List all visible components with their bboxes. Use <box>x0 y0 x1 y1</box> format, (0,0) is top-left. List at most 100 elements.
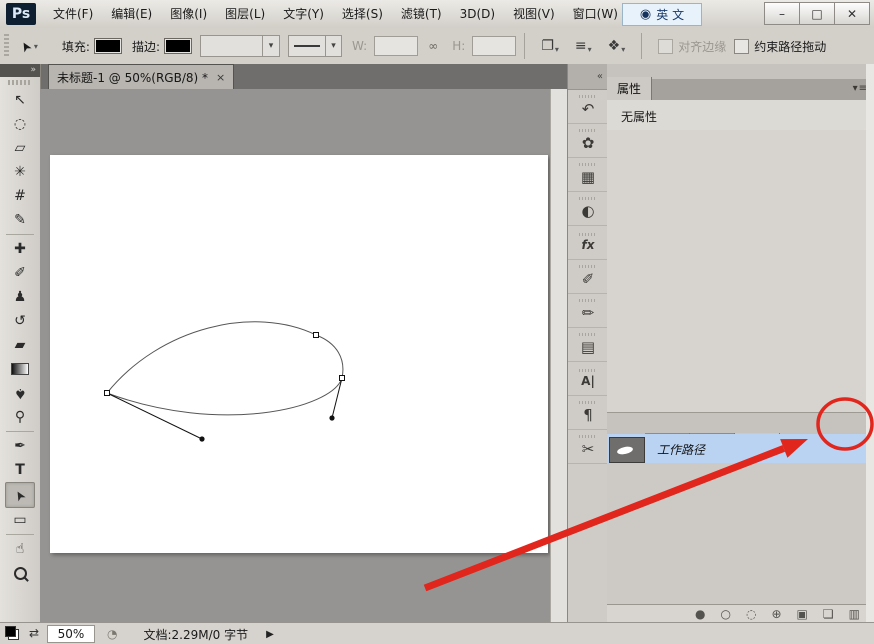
tool-crop[interactable]: # <box>6 184 34 208</box>
close-button[interactable]: ✕ <box>834 2 870 25</box>
canvas[interactable] <box>50 155 548 553</box>
tool-blur[interactable]: ♠ <box>6 381 34 405</box>
tool-lasso[interactable]: ▱ <box>6 136 34 160</box>
crop-tool-icon: # <box>14 188 26 204</box>
status-expand-icon[interactable]: ▶ <box>266 629 274 640</box>
width-input[interactable] <box>374 36 418 56</box>
adjustments-panel-button[interactable]: ◐ <box>568 192 608 226</box>
tool-quick-selection[interactable]: ✳ <box>6 160 34 184</box>
chevron-down-icon[interactable]: ▾ <box>262 36 279 56</box>
work-path-row[interactable]: 工作路径 <box>607 434 874 466</box>
document-tab-title: 未标题-1 @ 50%(RGB/8) * <box>57 69 208 86</box>
history-panel-button[interactable]: ↶ <box>568 90 608 124</box>
menu-view[interactable]: 视图(V) <box>504 1 564 28</box>
chevron-down-icon[interactable]: ▾ <box>325 36 341 56</box>
menu-select[interactable]: 选择(S) <box>333 1 392 28</box>
tool-pen[interactable]: ✒ <box>6 434 34 458</box>
options-grip[interactable] <box>4 34 9 58</box>
lasso-tool-icon: ▱ <box>15 140 26 156</box>
tool-eraser[interactable]: ▰ <box>6 333 34 357</box>
path-alignment-button[interactable]: ≡ ▾ <box>570 36 597 56</box>
stroke-path-icon[interactable]: ○ <box>721 607 731 621</box>
menu-file[interactable]: 文件(F) <box>44 1 102 28</box>
move-tool-icon: ↖ <box>14 92 26 108</box>
link-dimensions-icon[interactable]: ∞ <box>428 39 438 53</box>
zoom-level-field[interactable]: 50% <box>47 625 95 643</box>
tool-hand[interactable]: ☝ <box>6 537 34 561</box>
minimize-button[interactable]: – <box>764 2 800 25</box>
load-path-as-selection-icon[interactable]: ◌ <box>746 607 756 621</box>
foreground-background-swatches[interactable] <box>5 626 19 640</box>
align-edges-checkbox[interactable] <box>658 39 673 54</box>
tool-dodge[interactable]: ⚲ <box>6 405 34 429</box>
document-tab-strip: 未标题-1 @ 50%(RGB/8) * × <box>40 64 567 89</box>
toolbar-collapse-button[interactable]: » <box>0 64 40 77</box>
clone-source-panel-button[interactable]: ▤ <box>568 328 608 362</box>
align-edges-label: 对齐边缘 <box>678 38 726 55</box>
fill-path-icon[interactable]: ● <box>695 607 705 621</box>
tool-history-brush[interactable]: ↺ <box>6 309 34 333</box>
document-tab[interactable]: 未标题-1 @ 50%(RGB/8) * × <box>48 64 234 89</box>
options-bar: ➤ ▾ 填充: 描边: ▾ ▾ W: ∞ H: ❐ ▾ ≡ ▾ ❖ ▾ <box>0 28 874 65</box>
tool-presets-icon: ✂ <box>582 440 595 458</box>
add-mask-icon[interactable]: ▣ <box>797 607 808 621</box>
dock-collapse-button[interactable]: « <box>568 64 608 90</box>
vertical-scrollbar[interactable] <box>550 89 567 622</box>
tool-presets-panel-button[interactable]: ✂ <box>568 430 608 464</box>
constrain-path-checkbox[interactable] <box>734 39 749 54</box>
maximize-button[interactable]: □ <box>799 2 835 25</box>
height-input[interactable] <box>472 36 516 56</box>
stroke-style-dropdown[interactable]: ▾ <box>288 35 342 57</box>
menu-layer[interactable]: 图层(L) <box>216 1 274 28</box>
stroke-width-dropdown[interactable]: ▾ <box>200 35 280 57</box>
tool-rectangle[interactable]: ▭ <box>6 508 34 532</box>
path-selection-tool-icon: ➤ <box>11 487 29 504</box>
menu-filter[interactable]: 滤镜(T) <box>392 1 451 28</box>
ime-indicator[interactable]: ◉ 英 文 <box>622 3 702 26</box>
styles-panel-button[interactable]: fx <box>568 226 608 260</box>
close-tab-icon[interactable]: × <box>216 71 225 84</box>
stroke-swatch[interactable] <box>164 38 192 54</box>
menu-type[interactable]: 文字(Y) <box>274 1 333 28</box>
brush-panel-button[interactable]: ✐ <box>568 260 608 294</box>
trash-icon[interactable]: ▥ <box>849 607 860 621</box>
path-arrange-button[interactable]: ❖ ▾ <box>603 36 631 56</box>
swatches-panel-button[interactable]: ▦ <box>568 158 608 192</box>
document-size-info: 文档:2.29M/0 字节 <box>143 626 248 643</box>
properties-panel-content: 无属性 <box>607 100 874 131</box>
menu-image[interactable]: 图像(I) <box>161 1 216 28</box>
brush-presets-panel-button[interactable]: ✏ <box>568 294 608 328</box>
toolbar-grip[interactable] <box>8 80 32 85</box>
stroke-label: 描边: <box>132 38 160 55</box>
tool-gradient[interactable] <box>6 357 34 381</box>
menu-3d[interactable]: 3D(D) <box>451 1 504 28</box>
work-path-drawing[interactable] <box>50 155 548 553</box>
color-panel-button[interactable]: ✿ <box>568 124 608 158</box>
tool-move[interactable]: ↖ <box>6 88 34 112</box>
tab-properties[interactable]: 属性 <box>607 77 652 100</box>
current-tool-button[interactable]: ➤ ▾ <box>15 37 44 56</box>
menu-edit[interactable]: 编辑(E) <box>102 1 161 28</box>
work-path-thumbnail[interactable] <box>609 437 645 463</box>
tool-eyedropper[interactable]: ✎ <box>6 208 34 232</box>
tool-healing-brush[interactable]: ✚ <box>6 237 34 261</box>
character-panel-button[interactable]: A| <box>568 362 608 396</box>
tool-path-selection[interactable]: ➤ <box>5 482 35 508</box>
properties-panel-empty-area <box>607 130 874 413</box>
tool-clone-stamp[interactable]: ♟ <box>6 285 34 309</box>
tool-zoom[interactable] <box>6 561 34 585</box>
fill-swatch[interactable] <box>94 38 122 54</box>
tool-type[interactable]: T <box>6 458 34 482</box>
menu-window[interactable]: 窗口(W) <box>564 1 627 28</box>
path-selection-cursor-icon: ➤ <box>17 38 35 55</box>
make-path-from-selection-icon[interactable]: ⊕ <box>771 607 781 621</box>
new-path-icon[interactable]: ❏ <box>823 607 834 621</box>
tool-brush[interactable]: ✐ <box>6 261 34 285</box>
work-path-label: 工作路径 <box>657 441 705 458</box>
tool-marquee[interactable]: ◌ <box>6 112 34 136</box>
clone-source-icon: ▤ <box>581 338 595 356</box>
paragraph-panel-button[interactable]: ¶ <box>568 396 608 430</box>
path-operations-button[interactable]: ❐ ▾ <box>536 36 564 56</box>
paths-panel-footer: ● ○ ◌ ⊕ ▣ ❏ ▥ <box>607 604 874 622</box>
screen-mode-cycle-icon[interactable]: ⇄ <box>29 626 39 640</box>
